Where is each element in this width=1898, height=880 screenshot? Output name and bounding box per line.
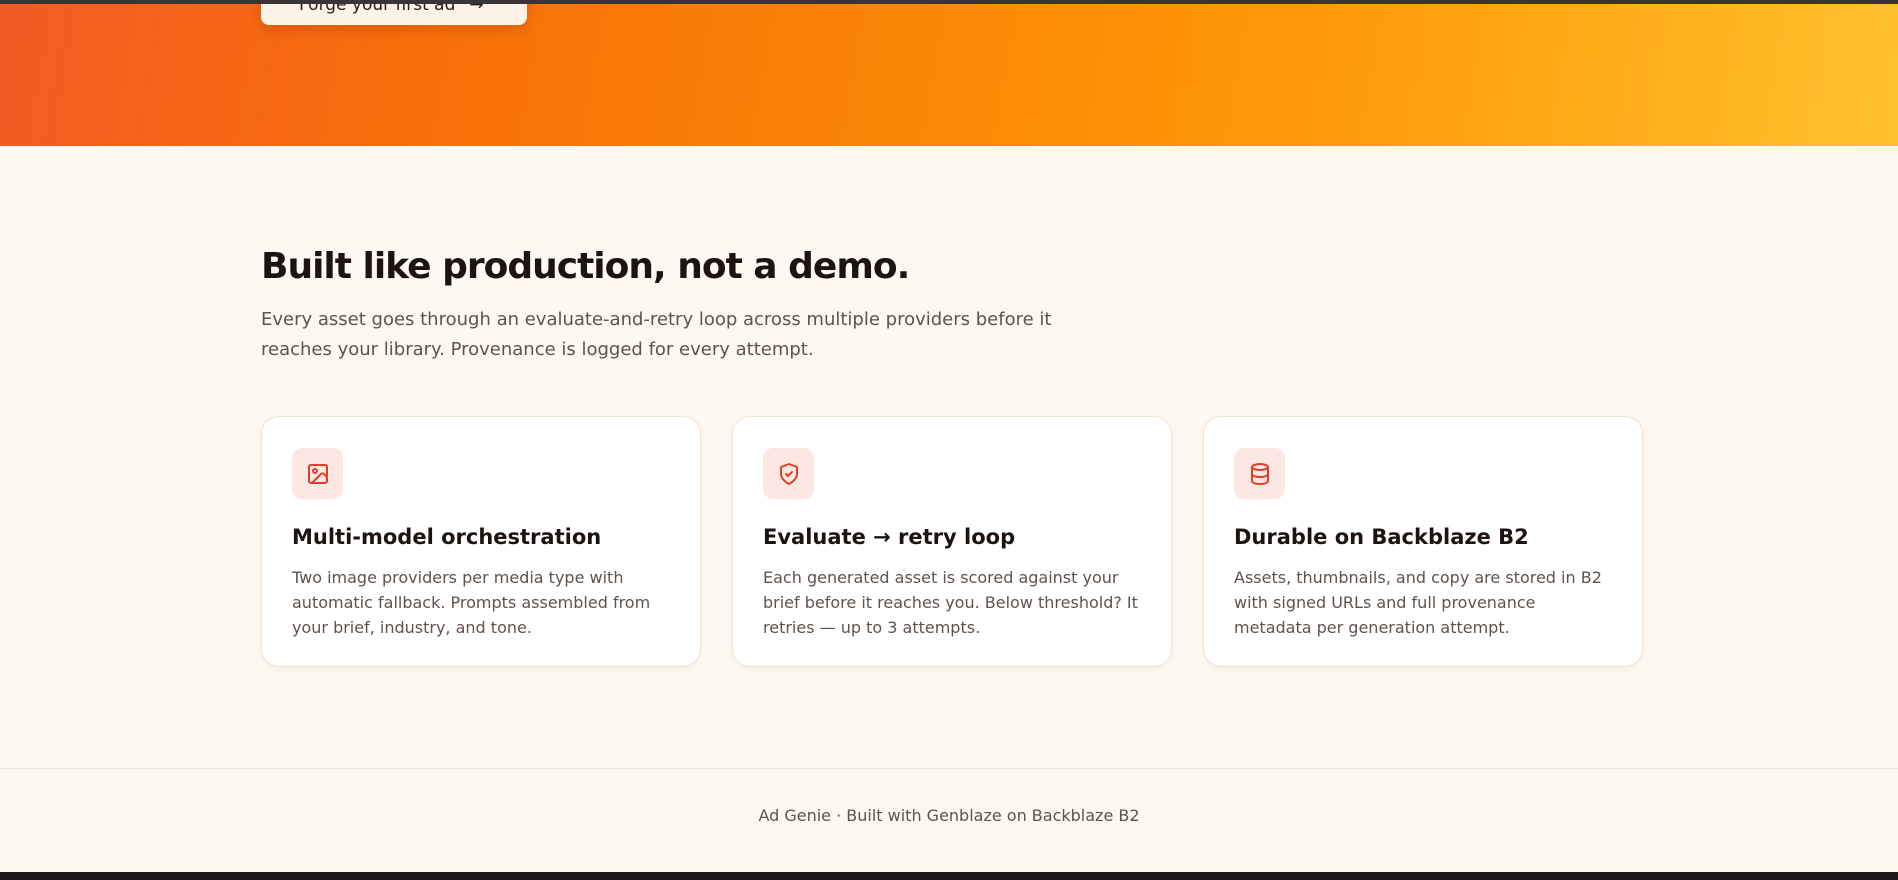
- page: Forge your first ad → Built like product…: [0, 0, 1898, 872]
- database-icon: [1234, 448, 1285, 499]
- features-header: Built like production, not a demo. Every…: [261, 246, 1641, 365]
- feature-card-title: Durable on Backblaze B2: [1234, 525, 1529, 549]
- features-subtitle: Every asset goes through an evaluate-and…: [261, 309, 1052, 360]
- shield-check-icon: [763, 448, 814, 499]
- feature-card-multi-model: Multi-model orchestration Two image prov…: [261, 416, 701, 667]
- footer: Ad Genie · Built with Genblaze on Backbl…: [0, 768, 1898, 872]
- feature-card-text: Two image providers per media type with …: [292, 568, 651, 637]
- feature-card-evaluate-retry: Evaluate → retry loop Each generated ass…: [732, 416, 1172, 667]
- feature-card-title: Multi-model orchestration: [292, 525, 602, 549]
- feature-cards: Multi-model orchestration Two image prov…: [261, 416, 1643, 667]
- window-top-strip: [0, 0, 1898, 4]
- image-icon: [292, 448, 343, 499]
- feature-card-title: Evaluate → retry loop: [763, 525, 1016, 549]
- footer-text: Ad Genie · Built with Genblaze on Backbl…: [758, 806, 1140, 825]
- feature-card-backblaze: Durable on Backblaze B2 Assets, thumbnai…: [1203, 416, 1643, 667]
- features-title: Built like production, not a demo.: [261, 246, 910, 287]
- feature-card-text: Each generated asset is scored against y…: [763, 568, 1138, 637]
- feature-card-text: Assets, thumbnails, and copy are stored …: [1234, 568, 1602, 637]
